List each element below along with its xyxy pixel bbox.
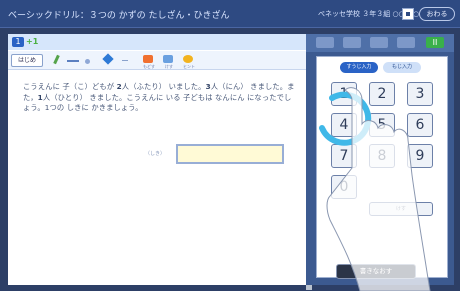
rewrite-button[interactable]: 書きなおす [336,264,416,279]
panel-button[interactable] [316,37,334,48]
end-button[interactable]: おわる [419,7,455,21]
key-5[interactable]: 5 [369,113,395,137]
panel-button[interactable] [397,37,415,48]
question-panel: 1 +1 はじめ もどす けす ヒント こうえんに 子（こ）どもが 2人（ふたり… [8,34,312,290]
first-button[interactable]: はじめ [11,54,43,67]
key-6[interactable]: 6 [407,113,433,137]
erase-icon[interactable]: けす [161,54,175,69]
key-9[interactable]: 9 [407,144,433,168]
answer-label: （しき） [145,151,166,157]
key-2[interactable]: 2 [369,82,395,106]
question-tag: +1 [26,37,38,47]
dot-tool-icon[interactable] [85,54,91,67]
answer-input[interactable] [176,144,284,164]
pause-icon[interactable]: II [426,37,444,48]
hint-label: ヒント [183,64,195,69]
clear-button[interactable]: けす [369,202,433,216]
question-number: 1 [12,37,24,47]
hint-icon[interactable]: ヒント [181,54,195,69]
key-0[interactable]: 0 [331,175,357,199]
panel-button[interactable] [343,37,361,48]
keypad-panel: II すうじ入力 もじ入力 1 2 3 4 5 6 7 8 9 0 けす 書きな… [306,34,454,285]
undo-icon[interactable]: もどす [141,54,155,69]
erase-label: けす [165,64,173,69]
page-title: ベーシックドリル：３つの かずの たしざん・ひきざん [8,11,230,21]
plus-badge: +1 [26,37,39,46]
key-3[interactable]: 3 [407,82,433,106]
title-bar: ベーシックドリル：３つの かずの たしざん・ひきざん ぺネッセ学校 ３年３組 ○… [0,0,460,28]
question-header: 1 +1 [8,34,306,50]
line-tool-icon[interactable] [66,54,80,67]
undo-label: もどす [143,64,155,69]
tab-number-input[interactable]: すうじ入力 [340,62,378,73]
keypad-card: すうじ入力 もじ入力 1 2 3 4 5 6 7 8 9 0 けす [316,56,448,278]
tab-text-input[interactable]: もじ入力 [383,62,421,73]
marker-icon[interactable] [102,54,114,67]
dash-icon[interactable] [121,54,129,67]
drawing-toolbar: はじめ もどす けす ヒント [8,51,306,70]
panel-button[interactable] [370,37,388,48]
key-8[interactable]: 8 [369,144,395,168]
question-text: こうえんに 子（こ）どもが 2人（ふたり） いました。3人（にん） きました。ま… [23,82,295,113]
pen-icon[interactable] [50,54,62,67]
window-icon[interactable] [402,8,414,20]
keypad-toolbar: II [306,34,454,52]
key-7[interactable]: 7 [331,144,357,168]
key-4[interactable]: 4 [331,113,357,137]
key-1[interactable]: 1 [331,82,357,106]
